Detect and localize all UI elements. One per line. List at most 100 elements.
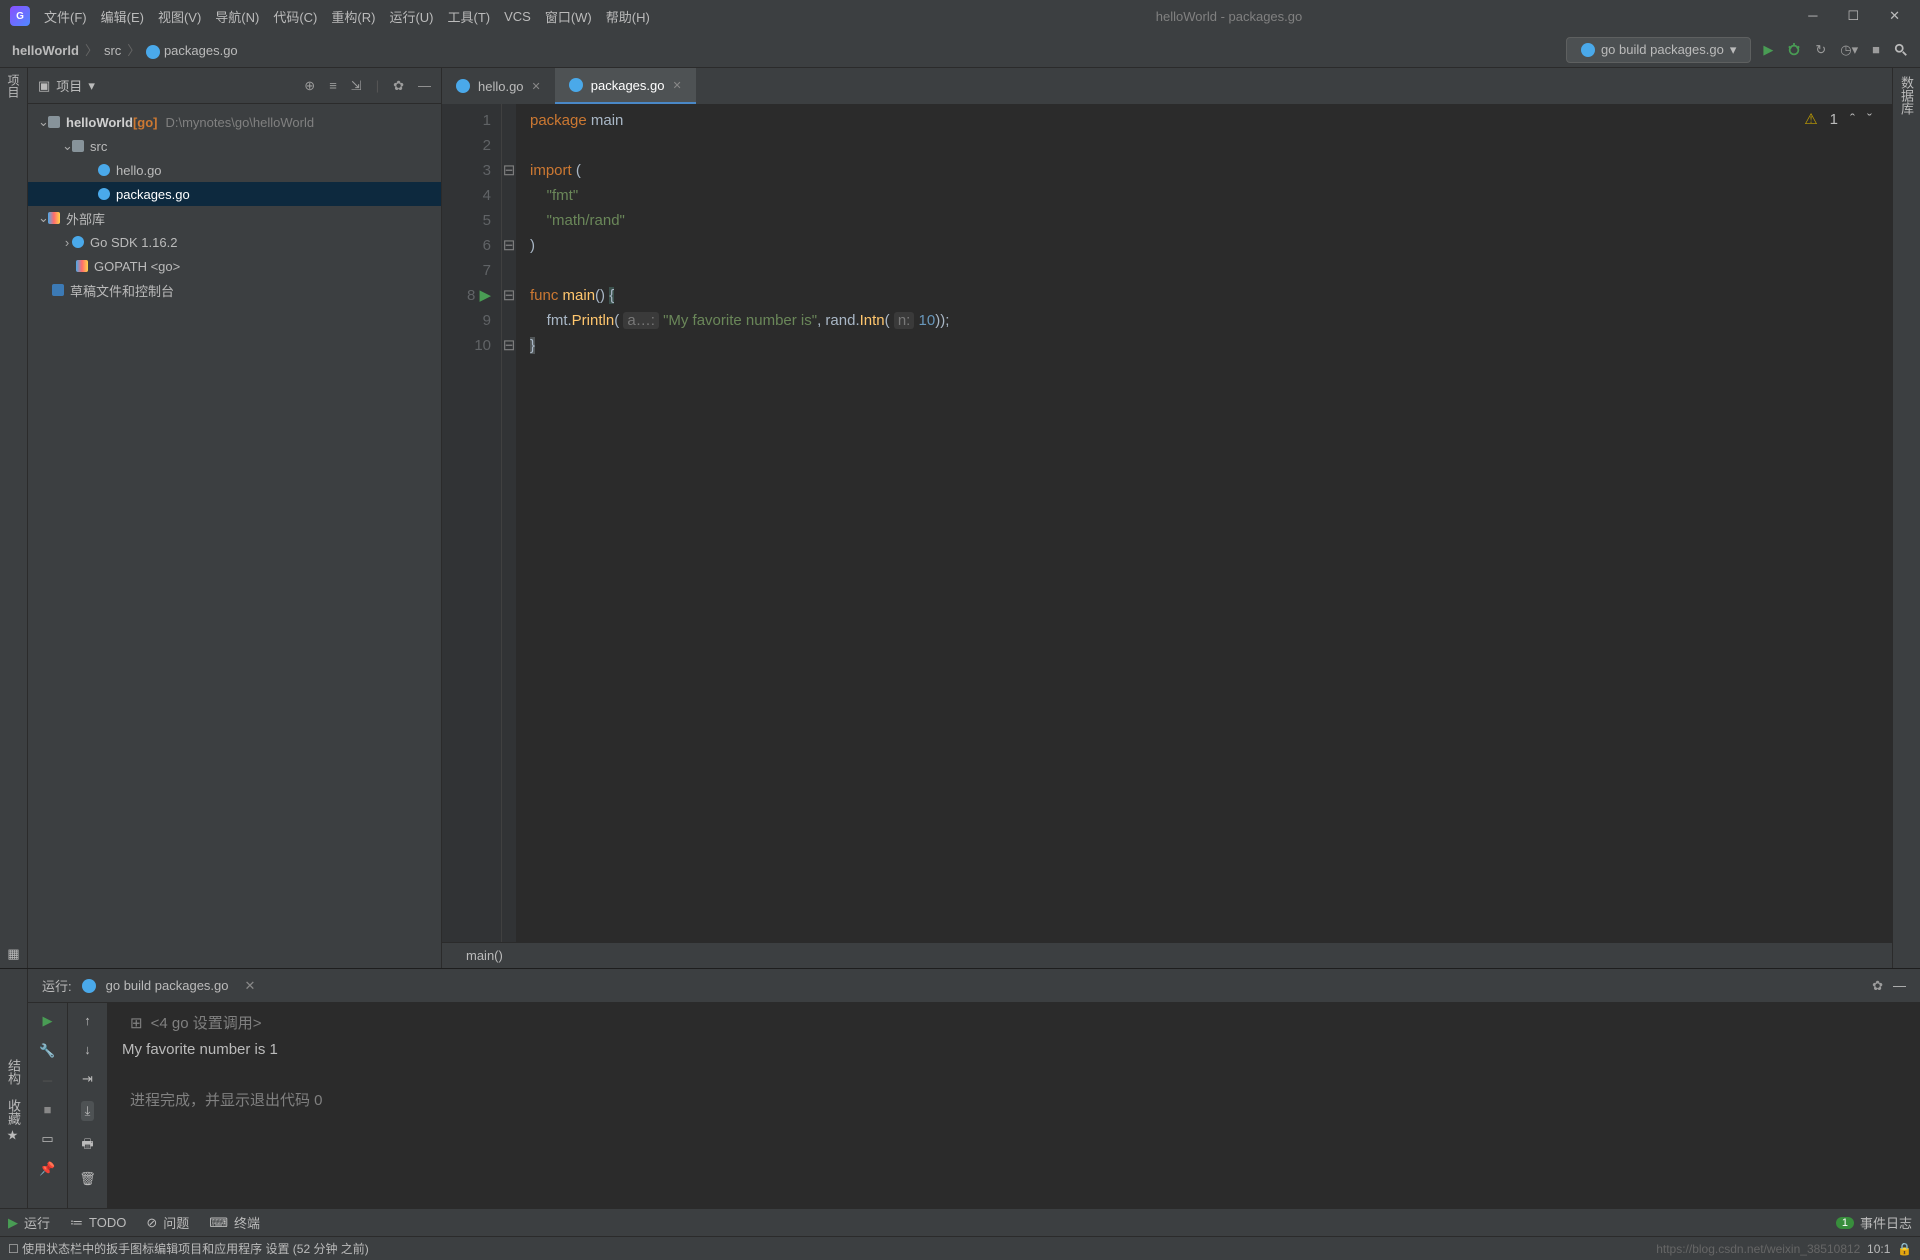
close-tab-icon[interactable]: ✕: [673, 79, 682, 92]
next-highlight-icon[interactable]: ˇ: [1867, 111, 1872, 128]
tree-hello[interactable]: hello.go: [28, 158, 441, 182]
down-icon[interactable]: ↓: [84, 1042, 91, 1057]
layout-icon[interactable]: ▭: [41, 1131, 53, 1147]
menu-run[interactable]: 运行(U): [389, 7, 433, 26]
structure-tool-icon[interactable]: ▦: [7, 946, 19, 962]
pin-icon[interactable]: 📌: [39, 1161, 55, 1177]
window-title: helloWorld - packages.go: [664, 9, 1794, 24]
inspection-badge[interactable]: ⚠ 1 ˆ ˇ: [1804, 110, 1872, 128]
favorites-tool-button[interactable]: 收藏 ★: [4, 1099, 23, 1144]
status-icon[interactable]: ☐: [8, 1242, 19, 1256]
rerun-button[interactable]: ▶: [43, 1013, 53, 1029]
warning-icon: ⚠: [1804, 110, 1817, 128]
scroll-end-icon[interactable]: ⤓: [81, 1101, 95, 1121]
bottab-problems[interactable]: ⊘ 问题: [146, 1213, 189, 1232]
breadcrumb[interactable]: helloWorld〉src〉 packages.go: [12, 40, 238, 59]
sidebar-header: ▣ 项目 ▾ ⊕ ≡ ⇲ | ✿ —: [28, 68, 441, 104]
menu-navigate[interactable]: 导航(N): [215, 7, 259, 26]
run-toolbar-2: ↑ ↓ ⇥ ⤓ 🖶 🗑: [68, 1003, 108, 1208]
hide-sidebar-icon[interactable]: —: [418, 78, 431, 93]
bottab-terminal[interactable]: ⌨ 终端: [209, 1213, 260, 1232]
breadcrumb-src[interactable]: src: [104, 43, 121, 58]
fold-gutter[interactable]: ⊟ ⊟ ⊟ ⊟: [502, 104, 516, 942]
breadcrumb-file[interactable]: packages.go: [164, 43, 238, 58]
prev-highlight-icon[interactable]: ˆ: [1850, 111, 1855, 128]
tree-root[interactable]: ⌄helloWorld [go]D:\mynotes\go\helloWorld: [28, 110, 441, 134]
tree-extlib[interactable]: ⌄外部库: [28, 206, 441, 230]
menubar: G 文件(F) 编辑(E) 视图(V) 导航(N) 代码(C) 重构(R) 运行…: [0, 0, 1920, 32]
go-file-icon: [569, 78, 583, 92]
left-tool-stripe: 项目 ▦: [0, 68, 28, 968]
menu-refactor[interactable]: 重构(R): [331, 7, 375, 26]
settings-icon[interactable]: ✿: [393, 78, 404, 94]
menu-vcs[interactable]: VCS: [504, 9, 531, 24]
db-tool-button[interactable]: 数据库: [1897, 76, 1916, 115]
editor-breadcrumb[interactable]: main(): [442, 942, 1892, 968]
expand-all-icon[interactable]: ≡: [329, 78, 337, 93]
tab-packages[interactable]: packages.go✕: [555, 68, 696, 104]
tab-hello[interactable]: hello.go ✕: [442, 68, 555, 104]
bottab-run[interactable]: ▶运行: [8, 1213, 50, 1232]
menu-tools[interactable]: 工具(T): [447, 7, 490, 26]
run-config-selector[interactable]: go build packages.go ▾: [1566, 37, 1751, 63]
menu-file[interactable]: 文件(F): [44, 7, 87, 26]
breadcrumb-root[interactable]: helloWorld: [12, 43, 79, 58]
tree-packages[interactable]: packages.go: [28, 182, 441, 206]
toolbar: helloWorld〉src〉 packages.go go build pac…: [0, 32, 1920, 68]
collapse-all-icon[interactable]: ⇲: [351, 78, 362, 94]
status-message: 使用状态栏中的扳手图标编辑项目和应用程序 设置 (52 分钟 之前): [22, 1240, 369, 1257]
tree-scratch[interactable]: 草稿文件和控制台: [28, 278, 441, 302]
maximize-icon[interactable]: ☐: [1847, 8, 1859, 24]
menu-help[interactable]: 帮助(H): [606, 7, 650, 26]
coverage-button[interactable]: ↻: [1815, 42, 1826, 58]
code-lines[interactable]: package main import ( "fmt" "math/rand")…: [516, 104, 1892, 942]
sidebar-title: 项目: [56, 76, 82, 95]
warning-count: 1: [1830, 111, 1838, 128]
bottab-events[interactable]: 1事件日志: [1836, 1213, 1912, 1232]
stop-button[interactable]: ■: [1872, 42, 1880, 57]
go-file-icon: [456, 79, 470, 93]
search-button[interactable]: [1894, 43, 1908, 57]
tab-hello-label: hello.go: [478, 79, 524, 94]
stop-run-icon[interactable]: ■: [44, 1102, 52, 1117]
close-run-tab-icon[interactable]: ✕: [245, 978, 256, 994]
tree-gopath[interactable]: GOPATH <go>: [28, 254, 441, 278]
soft-wrap-icon[interactable]: ⇥: [82, 1071, 93, 1087]
code-editor[interactable]: 12345678 ▶910 ⊟ ⊟ ⊟ ⊟ package main impor…: [442, 104, 1892, 942]
run-output[interactable]: ⊞<4 go 设置调用> My favorite number is 1 进程完…: [108, 1003, 1920, 1208]
menu-window[interactable]: 窗口(W): [545, 7, 592, 26]
run-tool-window: 结构 收藏 ★ 运行: go build packages.go ✕ ✿ — ▶…: [0, 968, 1920, 1208]
bottab-todo[interactable]: ≔ TODO: [70, 1215, 126, 1231]
print-icon[interactable]: 🖶: [81, 1135, 93, 1157]
go-file-icon: [146, 45, 160, 59]
cursor-position[interactable]: 10:1: [1867, 1242, 1890, 1256]
structure-tool-button[interactable]: 结构: [4, 1059, 23, 1085]
run-button[interactable]: ▶: [1763, 42, 1773, 58]
app-logo-icon: G: [10, 6, 30, 26]
tree-src[interactable]: ⌄src: [28, 134, 441, 158]
line-gutter[interactable]: 12345678 ▶910: [442, 104, 502, 942]
menu-view[interactable]: 视图(V): [158, 7, 201, 26]
debug-button[interactable]: [1787, 43, 1801, 57]
close-tab-icon[interactable]: ✕: [532, 80, 541, 93]
editor-area: hello.go ✕ packages.go✕ 12345678 ▶910 ⊟ ⊟…: [442, 68, 1892, 968]
chevron-down-icon: ▾: [1730, 42, 1737, 58]
project-tree: ⌄helloWorld [go]D:\mynotes\go\helloWorld…: [28, 104, 441, 308]
project-tool-button[interactable]: 项目: [5, 74, 22, 98]
hide-run-icon[interactable]: —: [1893, 978, 1906, 993]
gutter-run-icon[interactable]: ▶: [479, 287, 491, 304]
menu-code[interactable]: 代码(C): [273, 7, 317, 26]
chevron-down-icon[interactable]: ▾: [88, 78, 95, 94]
up-icon[interactable]: ↑: [84, 1013, 91, 1028]
select-opened-icon[interactable]: ⊕: [304, 78, 315, 94]
wrench-icon[interactable]: 🔧: [39, 1043, 55, 1059]
run-settings-icon[interactable]: ✿: [1872, 978, 1883, 994]
lock-icon[interactable]: 🔒: [1897, 1242, 1912, 1256]
clear-icon[interactable]: 🗑: [79, 1171, 96, 1187]
tree-gosdk[interactable]: ›Go SDK 1.16.2: [28, 230, 441, 254]
minimize-icon[interactable]: ─: [1808, 8, 1817, 24]
menu-edit[interactable]: 编辑(E): [101, 7, 144, 26]
close-icon[interactable]: ✕: [1889, 8, 1900, 24]
status-url: https://blog.csdn.net/weixin_38510812: [1656, 1242, 1860, 1256]
profiler-button[interactable]: ◷▾: [1840, 42, 1858, 58]
